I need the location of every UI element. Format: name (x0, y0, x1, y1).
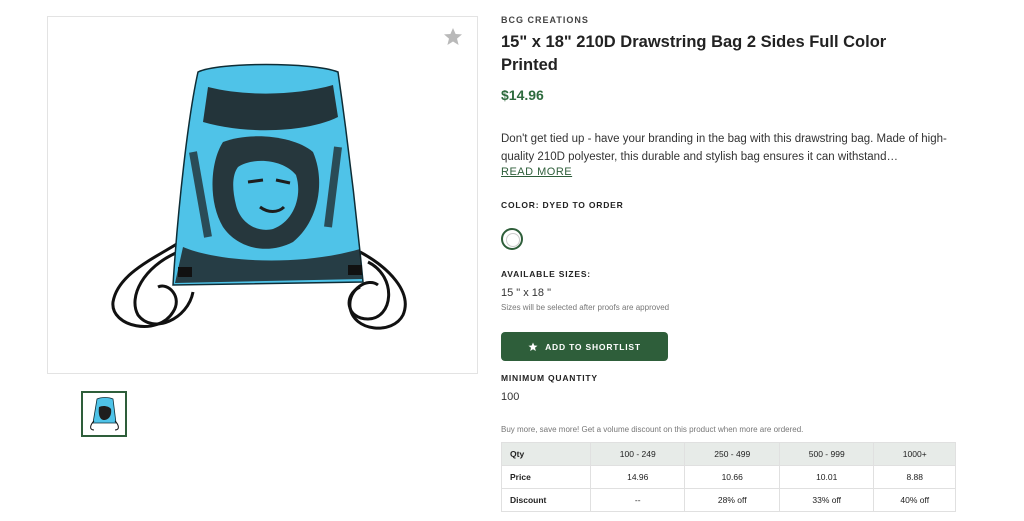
read-more-link[interactable]: READ MORE (501, 166, 572, 178)
product-main-image (47, 16, 478, 374)
table-cell: Qty (501, 442, 591, 466)
product-description: Don't get tied up - have your branding i… (501, 133, 947, 163)
minimum-quantity-value: 100 (501, 391, 520, 403)
add-to-shortlist-button[interactable]: ADD TO SHORTLIST (501, 332, 668, 361)
drawstring-bag-thumbnail-icon (90, 397, 119, 431)
table-cell: 500 - 999 (778, 442, 875, 466)
size-value: 15 " x 18 " (501, 287, 552, 299)
table-cell: 250 - 499 (684, 442, 780, 466)
table-cell: 8.88 (873, 465, 956, 489)
brand-name: BCG CREATIONS (501, 15, 589, 25)
color-label: COLOR: DYED TO ORDER (501, 200, 624, 210)
product-price: $14.96 (501, 87, 544, 103)
table-cell: 10.01 (778, 465, 875, 489)
table-cell: 40% off (873, 488, 956, 512)
table-cell: 28% off (684, 488, 780, 512)
table-cell: Price (501, 465, 591, 489)
table-cell: 1000+ (873, 442, 956, 466)
favorite-star-icon[interactable] (443, 27, 463, 47)
star-icon (528, 342, 538, 351)
minimum-quantity-label: MINIMUM QUANTITY (501, 373, 598, 383)
drawstring-bag-image (111, 63, 407, 330)
thumbnail-image[interactable] (81, 391, 127, 437)
table-cell: 33% off (778, 488, 875, 512)
table-cell: Discount (501, 488, 591, 512)
sizes-label: AVAILABLE SIZES: (501, 269, 591, 279)
volume-discount-note: Buy more, save more! Get a volume discou… (501, 425, 804, 434)
table-row: Qty 100 - 249 250 - 499 500 - 999 1000+ (501, 442, 956, 466)
table-row: Price 14.96 10.66 10.01 8.88 (501, 465, 956, 489)
table-cell: 10.66 (684, 465, 780, 489)
color-swatch[interactable] (501, 228, 523, 250)
table-cell: -- (589, 488, 686, 512)
shortlist-button-label: ADD TO SHORTLIST (545, 341, 641, 352)
size-note: Sizes will be selected after proofs are … (501, 303, 670, 312)
table-cell: 14.96 (589, 465, 686, 489)
table-cell: 100 - 249 (589, 442, 686, 466)
product-title: 15" x 18" 210D Drawstring Bag 2 Sides Fu… (501, 33, 887, 74)
pricing-table: Qty 100 - 249 250 - 499 500 - 999 1000+ … (501, 442, 956, 512)
table-row: Discount -- 28% off 33% off 40% off (501, 488, 956, 512)
